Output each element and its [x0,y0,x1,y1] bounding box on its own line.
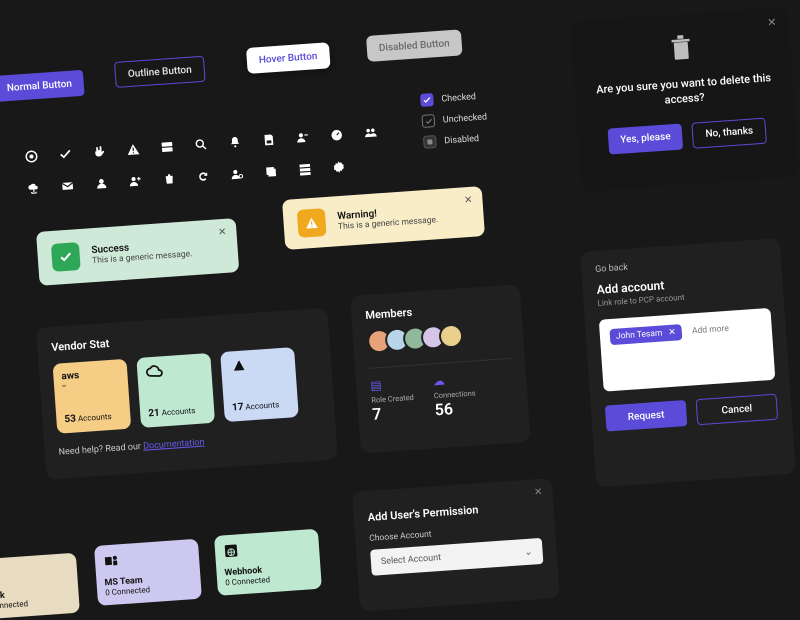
check-icon [51,242,81,272]
cancel-delete-button[interactable]: No, thanks [692,117,767,148]
close-icon[interactable]: ✕ [534,487,543,499]
checkbox-disabled [423,135,437,149]
integration-tile-msteam[interactable]: MS Team 0 Connected [94,539,202,606]
stat-value: 56 [434,397,477,419]
select-placeholder: Select Account [381,553,442,567]
add-permission-card: ✕ Add User's Permission Choose Account S… [352,478,560,612]
save-multi-icon [264,164,290,190]
gear-icon [331,159,357,185]
server-stack-icon [298,161,324,187]
documentation-link[interactable]: Documentation [143,438,205,452]
cancel-button[interactable]: Cancel [696,394,779,426]
server-icon [160,139,186,165]
search-icon [194,136,220,162]
help-text: Need help? Read our Documentation [58,429,322,457]
refresh-icon [196,168,222,194]
integration-tile-webhook[interactable]: Webhook 0 Connected [214,529,322,596]
hand-icon [92,144,118,170]
vendor-stat-card: Vendor Stat aws⌣ 53 Accounts 21 Accounts… [36,308,338,480]
lifebuoy-icon [24,148,50,174]
members-card: Members ▤ Role Created 7 ☁ Connections 5… [350,284,531,453]
checkbox-unchecked[interactable] [421,114,435,128]
save-floppy-icon [261,132,287,158]
card-heading: Add User's Permission [367,499,539,524]
user-icon [94,176,120,202]
disabled-button: Disabled Button [366,29,463,62]
vendor-tile-gcp[interactable]: 21 Accounts [136,353,215,428]
confirm-delete-button[interactable]: Yes, please [607,123,683,154]
vendor-tile-aws[interactable]: aws⌣ 53 Accounts [53,359,132,434]
integration-tile-slack[interactable]: Slack 0 Connected [0,553,80,620]
warning-icon [297,208,327,238]
aws-logo-icon: aws⌣ [61,367,120,390]
mail-icon [60,178,86,204]
gcp-cloud-icon [145,361,204,381]
card-heading: Members [365,299,508,322]
close-icon[interactable]: ✕ [464,195,473,207]
avatar [438,323,464,349]
close-icon[interactable]: ✕ [218,227,227,239]
account-select[interactable]: Select Account ⌄ [370,538,543,576]
alert-warning: Warning! This is a generic message. ✕ [282,186,485,250]
checkbox-checked[interactable] [420,93,434,107]
remove-chip-icon[interactable]: ✕ [668,328,676,339]
member-avatars [366,320,509,354]
user-add-icon [128,173,154,199]
dialog-question: Are you sure you want to delete this acc… [588,70,780,114]
cloud-network-icon [26,180,52,206]
outline-button[interactable]: Outline Button [114,56,206,88]
go-back-link[interactable]: Go back [595,253,767,275]
warning-icon [126,141,152,167]
users-icon [363,125,389,151]
checkbox-label: Unchecked [443,112,488,125]
check-icon [58,146,84,172]
normal-button[interactable]: Normal Button [0,70,85,102]
cloud-network-icon: ☁ [432,372,475,389]
add-more-placeholder: Add more [692,324,729,337]
request-button[interactable]: Request [605,400,688,432]
add-account-panel: Go back Add account Link role to PCP acc… [580,238,796,487]
azure-logo-icon [229,356,288,376]
account-chip-input[interactable]: John Tesam ✕ Add more [599,308,776,392]
bell-icon [228,134,254,160]
alert-success: Success This is a generic message. ✕ [36,218,239,286]
vendor-tile-azure[interactable]: 17 Accounts [220,347,299,422]
icon-showcase-grid [24,125,391,206]
server-stack-icon: ▤ [370,376,414,393]
user-settings-icon [230,166,256,192]
webhook-globe-icon [223,542,240,561]
hover-button[interactable]: Hover Button [246,42,330,74]
user-remove-icon [295,129,321,155]
stat-value: 7 [372,402,416,424]
gauge-icon [329,127,355,153]
checkbox-label: Checked [441,92,476,104]
chevron-down-icon: ⌄ [524,546,533,558]
trash-icon [162,171,188,197]
msteams-icon [103,552,120,571]
checkbox-label: Disabled [444,134,479,146]
account-chip: John Tesam ✕ [609,324,682,345]
delete-access-dialog: ✕ Are you sure you want to delete this a… [570,7,799,192]
close-icon[interactable]: ✕ [767,16,777,30]
trash-icon [668,34,694,64]
